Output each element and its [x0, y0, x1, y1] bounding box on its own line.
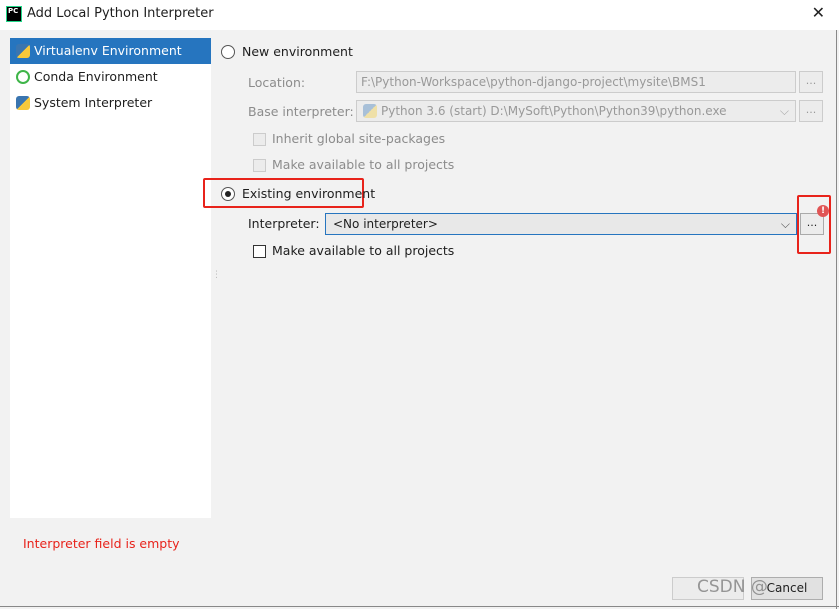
python-icon: [363, 104, 377, 118]
interpreter-value: <No interpreter>: [333, 217, 438, 231]
sidebar-item-system[interactable]: System Interpreter: [10, 90, 211, 116]
chevron-down-icon: ⌵: [780, 217, 790, 231]
new-make-available-checkbox[interactable]: [253, 159, 266, 172]
window-border: [836, 30, 837, 609]
watermark: CSDN @: [697, 577, 768, 597]
base-interpreter-browse-button[interactable]: ...: [799, 100, 823, 122]
new-environment-label: New environment: [242, 44, 353, 59]
window-title: Add Local Python Interpreter: [27, 6, 214, 21]
inherit-packages-checkbox[interactable]: [253, 133, 266, 146]
highlight-annotation: [797, 195, 831, 254]
sidebar-item-virtualenv[interactable]: Virtualenv Environment: [10, 38, 211, 64]
new-make-available-label: Make available to all projects: [272, 157, 455, 172]
title-bar: PC Add Local Python Interpreter ✕: [0, 0, 839, 30]
sidebar-item-conda[interactable]: Conda Environment: [10, 64, 211, 90]
virtualenv-icon: [16, 44, 30, 58]
window-border-bottom: [0, 606, 839, 607]
location-label: Location:: [248, 75, 306, 90]
make-available-label: Make available to all projects: [272, 243, 455, 258]
sidebar-item-label: Virtualenv Environment: [34, 43, 182, 58]
splitter-handle[interactable]: ⋮: [212, 270, 221, 280]
base-interpreter-value: Python 3.6 (start) D:\MySoft\Python\Pyth…: [381, 104, 727, 118]
location-input[interactable]: F:\Python-Workspace\python-django-projec…: [356, 71, 796, 93]
validation-error: Interpreter field is empty: [23, 536, 180, 551]
sidebar-item-label: System Interpreter: [34, 95, 153, 110]
existing-environment-label: Existing environment: [242, 186, 376, 201]
location-browse-button[interactable]: ...: [799, 71, 823, 93]
new-environment-radio[interactable]: [221, 45, 235, 59]
interpreter-select[interactable]: <No interpreter> ⌵: [325, 213, 797, 235]
chevron-down-icon: ⌵: [779, 104, 789, 118]
interpreter-label: Interpreter:: [248, 216, 320, 231]
conda-icon: [16, 70, 30, 84]
pycharm-logo-icon: PC: [6, 6, 22, 22]
base-interpreter-label: Base interpreter:: [248, 104, 354, 119]
base-interpreter-select[interactable]: Python 3.6 (start) D:\MySoft\Python\Pyth…: [356, 100, 796, 122]
environment-type-list: Virtualenv Environment Conda Environment…: [10, 38, 211, 518]
python-icon: [16, 96, 30, 110]
close-icon[interactable]: ✕: [812, 3, 825, 22]
inherit-packages-label: Inherit global site-packages: [272, 131, 446, 146]
make-available-checkbox[interactable]: [253, 245, 266, 258]
sidebar-item-label: Conda Environment: [34, 69, 158, 84]
existing-environment-radio[interactable]: [221, 187, 235, 201]
